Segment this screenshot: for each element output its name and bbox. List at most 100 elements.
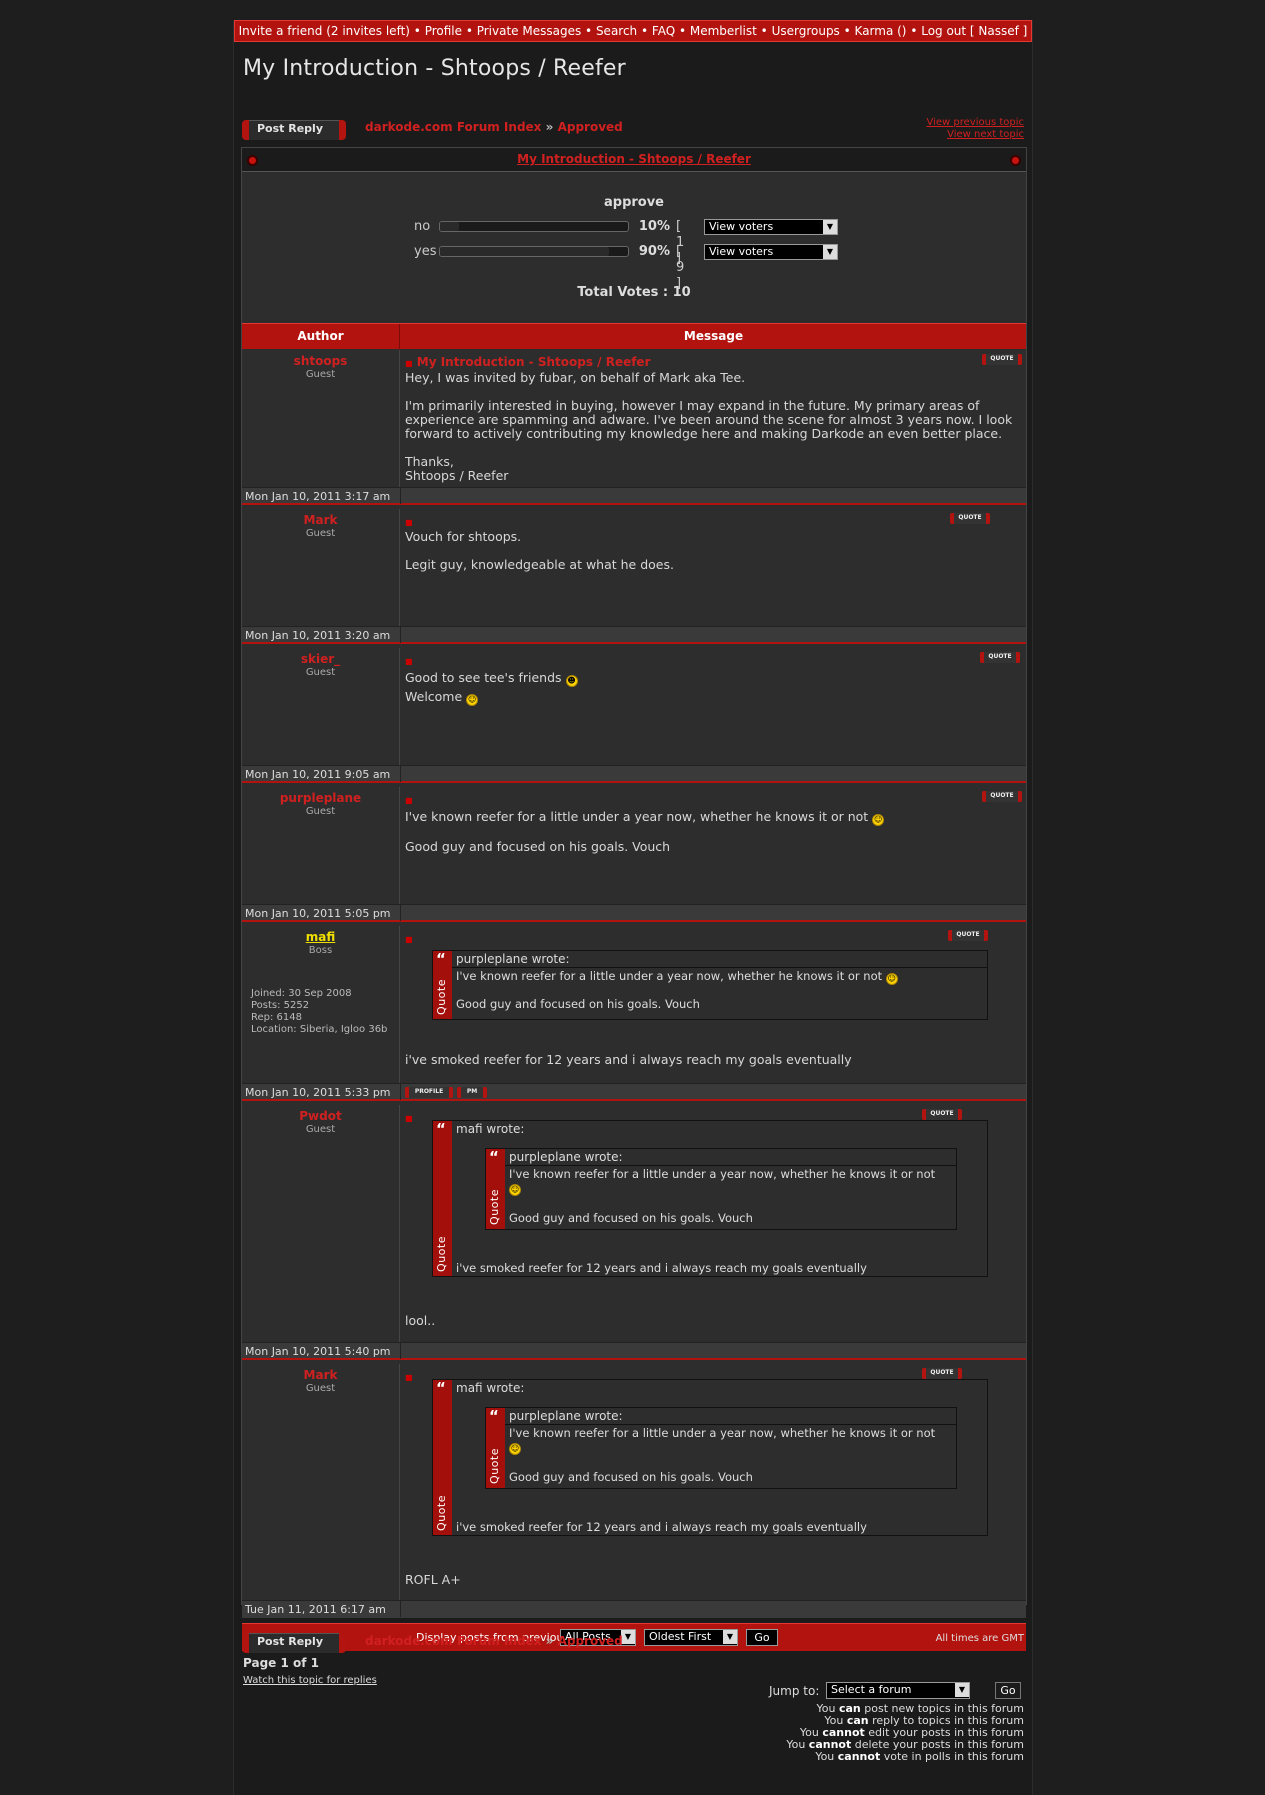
post-author-cell: shtoops Guest [242, 350, 400, 487]
quote-button[interactable]: QUOTE [982, 791, 1022, 802]
wink-smiley-icon: ☺ [509, 1443, 521, 1455]
view-next-topic-link[interactable]: View next topic [926, 129, 1024, 141]
post-author-cell: Mark Guest [242, 1364, 400, 1600]
poll-question: approve [603, 195, 665, 210]
quote-block: “Quote mafi wrote: “Quote purpleplane wr… [432, 1120, 988, 1277]
post-message-cell: ■ QUOTE I've known reefer for a little u… [401, 787, 1026, 904]
quote-button[interactable]: QUOTE [980, 652, 1020, 663]
jump-go-button[interactable]: Go [995, 1682, 1021, 1699]
post-icon: ■ [405, 796, 413, 805]
breadcrumb-index[interactable]: darkode.com Forum Index [365, 1634, 541, 1648]
quote-body: I've known reefer for a little under a y… [509, 1426, 936, 1484]
post: purpleplane Guest ■ QUOTE I've known ree… [242, 787, 1026, 904]
breadcrumb-index[interactable]: darkode.com Forum Index [365, 120, 541, 134]
poll-bar-fill [440, 247, 610, 256]
topic-title-link[interactable]: My Introduction - Shtoops / Reefer [517, 152, 751, 166]
quote-button[interactable]: QUOTE [922, 1368, 962, 1379]
post-reply-button-bottom[interactable]: Post Reply [242, 1633, 346, 1653]
post-date: Mon Jan 10, 2011 5:05 pm [245, 907, 391, 920]
post-message-cell: ■ QUOTE “Quote mafi wrote: “Quote purple… [401, 1364, 1026, 1600]
post-author[interactable]: Mark [242, 513, 399, 527]
page-wrapper: Invite a friend (2 invites left) • Profi… [233, 20, 1033, 1795]
breadcrumb-forum[interactable]: Approved [558, 1634, 623, 1648]
post-date: Mon Jan 10, 2011 5:40 pm [245, 1345, 391, 1358]
nav-search[interactable]: Search [596, 24, 637, 38]
nav-profile[interactable]: Profile [425, 24, 462, 38]
post-body: i've smoked reefer for 12 years and i al… [405, 1052, 852, 1067]
quote-button[interactable]: QUOTE [922, 1109, 962, 1120]
post: Mark Guest ■ QUOTE “Quote mafi wrote: “Q… [242, 1364, 1026, 1600]
nav-faq[interactable]: FAQ [652, 24, 675, 38]
view-previous-topic-link[interactable]: View previous topic [926, 117, 1024, 129]
quote-author: mafi wrote: [456, 1381, 525, 1395]
smile-smiley-icon: ☺ [466, 694, 479, 706]
display-order-select[interactable]: Oldest First ▼ [644, 1629, 738, 1646]
nav-memberlist[interactable]: Memberlist [690, 24, 757, 38]
quote-button[interactable]: QUOTE [950, 513, 990, 524]
author-info: Joined: 30 Sep 2008 Posts: 5252 Rep: 614… [251, 988, 388, 1035]
post-body: I've known reefer for a little under a y… [405, 809, 885, 854]
quote-button[interactable]: QUOTE [982, 354, 1022, 365]
post-message-cell: ■ QUOTE “Quote mafi wrote: “Quote purple… [401, 1105, 1026, 1342]
poll: approve no 10% [ 1 ] View voters ▼ yes 90… [242, 173, 1026, 322]
nav-invite[interactable]: Invite a friend (2 invites left) [239, 24, 410, 38]
quote-body: I've known reefer for a little under a y… [456, 969, 898, 1011]
chevron-down-icon: ▼ [823, 220, 837, 234]
breadcrumb-forum[interactable]: Approved [558, 120, 623, 134]
topic-box: My Introduction - Shtoops / Reefer appro… [241, 147, 1027, 1651]
post-author[interactable]: Mark [242, 1368, 399, 1382]
post-message-cell: ■ QUOTE Good to see tee's friends ☻ Welc… [401, 648, 1026, 765]
nav-logout[interactable]: Log out [ Nassef ] [921, 24, 1027, 38]
post-date: Mon Jan 10, 2011 3:20 am [245, 629, 391, 642]
nav-private-messages[interactable]: Private Messages [477, 24, 582, 38]
top-navigation: Invite a friend (2 invites left) • Profi… [234, 20, 1032, 42]
breadcrumb-bottom: darkode.com Forum Index » Approved [365, 1634, 623, 1648]
watch-topic-link[interactable]: Watch this topic for replies [243, 1675, 377, 1686]
post-author-rank: Guest [305, 667, 336, 678]
jump-label: Jump to: [769, 1684, 820, 1698]
quote-button[interactable]: QUOTE [948, 930, 988, 941]
post-author[interactable]: shtoops [242, 354, 399, 368]
message-column-header: Message [683, 329, 744, 343]
post-author[interactable]: purpleplane [242, 791, 399, 805]
post-body: Vouch for shtoops. Legit guy, knowledgea… [405, 529, 674, 572]
corner-dot-right [1010, 155, 1021, 166]
post-author[interactable]: mafi [242, 930, 399, 944]
post-body: lool.. [405, 1313, 436, 1328]
topic-header: My Introduction - Shtoops / Reefer [242, 148, 1026, 172]
poll-bar [439, 221, 629, 232]
permission-line: You cannot vote in polls in this forum [815, 1750, 1024, 1763]
post-icon: ■ [405, 359, 413, 368]
quote-author: purpleplane wrote: [452, 951, 987, 968]
post-author-rank: Guest [305, 369, 336, 380]
post-reply-button[interactable]: Post Reply [242, 120, 346, 140]
quote-stripe: “Quote [433, 1121, 452, 1276]
jump-forum-select[interactable]: Select a forum ▼ [826, 1682, 970, 1699]
view-voters-select[interactable]: View voters ▼ [704, 244, 838, 260]
poll-bar-fill [440, 222, 459, 231]
post-author-rank: Boss [308, 945, 333, 956]
post-footer: Mon Jan 10, 2011 3:17 am [242, 487, 1026, 505]
nav-usergroups[interactable]: Usergroups [772, 24, 840, 38]
wink-smiley-icon: ☺ [509, 1184, 521, 1196]
post-date: Tue Jan 11, 2011 6:17 am [245, 1603, 386, 1616]
pm-button[interactable]: PM [457, 1087, 487, 1098]
post-subject: ■ [405, 1110, 413, 1124]
display-go-button[interactable]: Go [746, 1629, 778, 1646]
topic-nav-links: View previous topic View next topic [926, 117, 1024, 141]
chevron-down-icon: ▼ [621, 1630, 635, 1644]
post-author[interactable]: Pwdot [242, 1109, 399, 1123]
post: shtoops Guest ■ My Introduction - Shtoop… [242, 350, 1026, 487]
profile-button[interactable]: PROFILE [405, 1087, 453, 1098]
wink-smiley-icon: ☺ [885, 973, 898, 985]
poll-percent: 10% [638, 219, 670, 234]
timezone-note: All times are GMT [935, 1633, 1024, 1644]
post-author-cell: skier_ Guest [242, 648, 400, 765]
post-subject: ■ [405, 931, 413, 945]
posts-table-header: Author Message [242, 323, 1026, 350]
post-subject: ■ [405, 514, 413, 528]
post-author[interactable]: skier_ [242, 652, 399, 666]
view-voters-select[interactable]: View voters ▼ [704, 219, 838, 235]
post-subject: ■ My Introduction - Shtoops / Reefer [405, 355, 651, 369]
nav-karma[interactable]: Karma () [855, 24, 907, 38]
